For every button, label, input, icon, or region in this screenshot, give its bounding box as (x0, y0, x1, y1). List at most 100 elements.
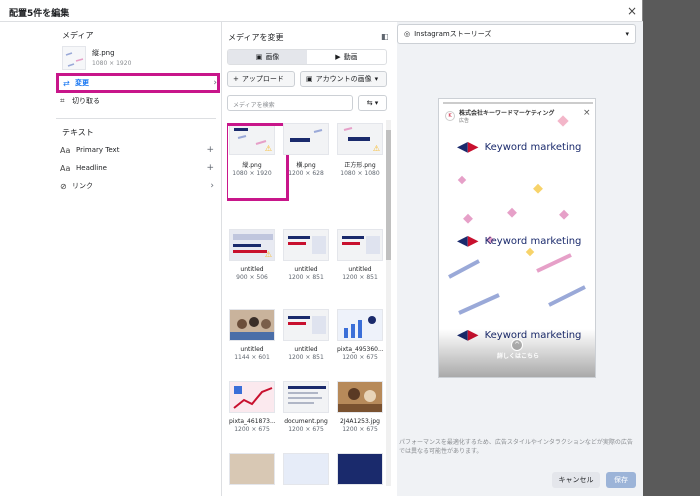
crop-media-label: 切り取る (72, 97, 100, 105)
media-item-thumbnail (283, 229, 329, 261)
media-grid: ⚠ 縦.png 1080 × 1920 横.png 1200 × 628 ⚠ 正… (227, 123, 383, 485)
link-icon: ⊘ (60, 181, 67, 191)
placement-label: Instagramストーリーズ (414, 30, 492, 38)
primary-text-label: Primary Text (76, 146, 120, 154)
tab-images[interactable]: ▣ 画像 (228, 50, 307, 64)
media-item[interactable]: ⚠ 正方形.png 1080 × 1080 (337, 123, 383, 177)
brand-mark-icon: ◀▶ (457, 233, 479, 249)
cancel-button[interactable]: キャンセル (552, 472, 600, 488)
media-scrollbar[interactable] (386, 120, 391, 486)
media-actions: + アップロード ▣ アカウントの画像 ▾ (227, 71, 387, 87)
media-item-name: document.png (284, 418, 328, 425)
media-item[interactable] (283, 453, 329, 485)
media-file-name: 縦.png (92, 49, 115, 57)
media-item-name: 横.png (296, 162, 316, 169)
dialog-title: 配置5件を編集 (9, 9, 70, 19)
add-icon[interactable]: + (206, 145, 214, 155)
media-item[interactable]: ⚠ untitled 900 × 506 (229, 229, 275, 281)
media-item-size: 1200 × 851 (342, 274, 378, 281)
media-item-thumbnail (229, 453, 275, 485)
brand-logo: ◀▶ Keyword marketing (457, 139, 581, 155)
media-item[interactable] (337, 453, 383, 485)
media-item-size: 1080 × 1080 (340, 170, 380, 177)
media-item-thumbnail: ⚠ (229, 229, 275, 261)
media-item[interactable]: untitled 1200 × 851 (337, 229, 383, 281)
media-library-panel: メディアを変更 ◧ ▣ 画像 ▶ 動画 + アップロード ▣ アカウントの画像 … (222, 22, 392, 496)
media-item-name: 2J4A1253.jpg (340, 418, 380, 425)
account-images-button[interactable]: ▣ アカウントの画像 ▾ (300, 71, 387, 87)
caret-down-icon: ▾ (374, 75, 379, 83)
brand-name: Keyword marketing (484, 235, 582, 247)
upload-button[interactable]: + アップロード (227, 71, 295, 87)
brand-logo: ◀▶ Keyword marketing (457, 233, 581, 249)
media-item[interactable]: ⚠ 縦.png 1080 × 1920 (227, 123, 289, 201)
panel-toggle-icon[interactable]: ◧ (381, 32, 389, 41)
placement-select[interactable]: ◎ Instagramストーリーズ ▾ (397, 24, 636, 44)
media-thumbnail-art (65, 52, 84, 67)
add-icon[interactable]: + (206, 163, 214, 173)
scrollbar-thumb[interactable] (386, 130, 391, 260)
change-media-label: 変更 (75, 79, 89, 87)
media-item-name: pixta_461873... (229, 418, 275, 425)
sliders-icon: ⇆ ▾ (366, 99, 379, 107)
chevron-right-icon: › (210, 181, 214, 191)
tab-videos[interactable]: ▶ 動画 (307, 50, 386, 64)
media-item-thumbnail (337, 381, 383, 413)
media-item-name: untitled (348, 266, 372, 273)
primary-text-row[interactable]: Aa Primary Text + (60, 143, 214, 157)
media-file-size: 1080 × 1920 (92, 60, 132, 67)
media-search-input[interactable]: メディアを検索 (227, 95, 353, 111)
media-item-size: 1200 × 675 (234, 426, 270, 433)
image-icon: ▣ (255, 53, 263, 61)
media-item[interactable]: 横.png 1200 × 628 (283, 123, 329, 177)
headline-label: Headline (76, 164, 107, 172)
media-item-thumbnail (283, 123, 329, 155)
media-item[interactable]: pixta_461873... 1200 × 675 (229, 381, 275, 433)
media-item[interactable]: document.png 1200 × 675 (283, 381, 329, 433)
media-item-thumbnail (337, 309, 383, 341)
filter-sort-button[interactable]: ⇆ ▾ (358, 95, 387, 111)
link-row[interactable]: ⊘ リンク › (60, 179, 214, 193)
crop-media-button[interactable]: ⌗ 切り取る (60, 94, 214, 108)
media-item-thumbnail (229, 381, 275, 413)
headline-row[interactable]: Aa Headline + (60, 161, 214, 175)
thumbnail-art (344, 316, 376, 338)
media-item-size: 1144 × 601 (234, 354, 270, 361)
brand-mark-icon: ◀▶ (457, 139, 479, 155)
story-preview: K 株式会社キーワードマーケティング 広告 × ◀▶ Keyword marke… (438, 98, 596, 378)
media-item-name: untitled (240, 346, 264, 353)
media-item-name: untitled (294, 346, 318, 353)
media-item-name: pixta_495360... (337, 346, 383, 353)
media-item-size: 1200 × 675 (288, 426, 324, 433)
brand-name: Keyword marketing (484, 141, 582, 153)
media-item-size: 1200 × 675 (342, 354, 378, 361)
cta-label: 詳しくはこちら (496, 353, 539, 360)
chevron-right-icon: › (213, 78, 217, 88)
media-item-size: 1200 × 628 (288, 170, 324, 177)
media-item[interactable]: pixta_495360... 1200 × 675 (337, 309, 383, 361)
thumbnail-art (338, 388, 382, 412)
close-icon[interactable]: × (627, 4, 637, 18)
save-button[interactable]: 保存 (606, 472, 636, 488)
account-images-label: アカウントの画像 (315, 75, 372, 83)
media-item-thumbnail: ⚠ (337, 123, 383, 155)
change-media-title: メディアを変更 (228, 33, 284, 42)
edit-placements-dialog: 配置5件を編集 × メディア 縦.png 1080 × 1920 ⇄ 変更 › … (0, 0, 643, 496)
selected-media-highlight (227, 123, 289, 201)
media-item[interactable]: 2J4A1253.jpg 1200 × 675 (337, 381, 383, 433)
thumbnail-art (288, 386, 326, 404)
media-item[interactable] (229, 453, 275, 485)
change-media-button[interactable]: ⇄ 変更 › (56, 73, 220, 93)
media-section-title: メディア (62, 31, 94, 40)
media-item[interactable]: untitled 1144 × 601 (229, 309, 275, 361)
media-item-thumbnail (283, 381, 329, 413)
media-thumbnail (62, 46, 86, 70)
thumbnail-art (342, 236, 380, 254)
media-item[interactable]: untitled 1200 × 851 (283, 309, 329, 361)
media-item[interactable]: untitled 1200 × 851 (283, 229, 329, 281)
media-item-size: 1200 × 851 (288, 274, 324, 281)
crop-icon: ⌗ (60, 96, 65, 105)
chevron-up-icon: ^ (511, 339, 523, 351)
text-section-title: テキスト (62, 128, 94, 137)
video-icon: ▶ (335, 53, 341, 61)
